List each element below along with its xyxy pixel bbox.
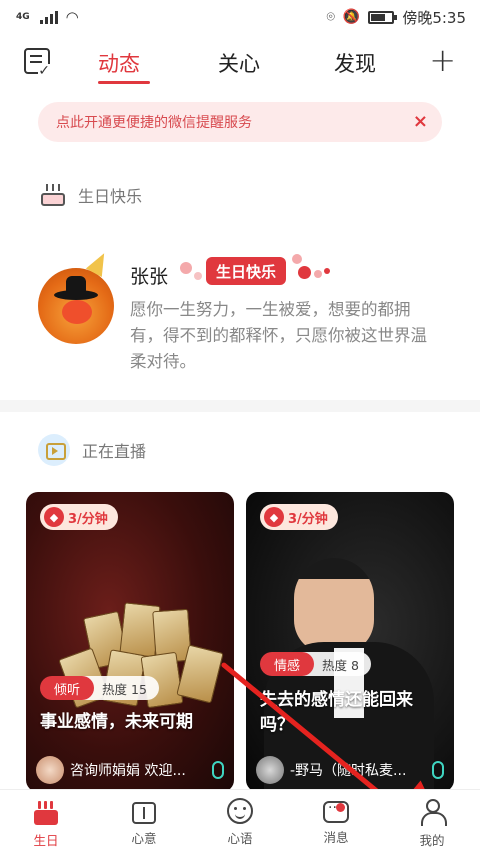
nav-xinyi[interactable]: 心意	[114, 798, 174, 847]
live-card[interactable]: ◆ 3/分钟 情感 热度 8 失去的感情还能回来吗？ -野马（随时私麦...	[246, 492, 454, 792]
gift-box-icon	[132, 802, 156, 824]
live-section-title: 正在直播	[82, 442, 147, 461]
user-icon	[418, 798, 447, 826]
category-tag: 情感	[260, 652, 315, 676]
birthday-cake-icon	[32, 798, 60, 826]
network-type: 4G	[16, 12, 30, 22]
live-title: 事业感情，未来可期	[40, 712, 193, 732]
live-tv-icon	[38, 434, 70, 466]
wechat-notice-banner[interactable]: 点此开通更便捷的微信提醒服务 ×	[38, 102, 442, 142]
location-icon: ⌾	[326, 9, 335, 25]
message-icon	[323, 800, 349, 823]
avatar[interactable]	[38, 268, 114, 344]
nav-label: 心意	[131, 831, 157, 846]
nav-label: 心语	[227, 831, 253, 846]
live-card[interactable]: ◆ 3/分钟 倾听 热度 15 事业感情，未来可期 咨询师娟娟 欢迎...	[26, 492, 234, 792]
status-right: ⌾ 🔕 傍晚5:35	[326, 7, 466, 28]
birthday-badge: 生日快乐	[206, 257, 287, 285]
category-tag: 倾听	[40, 676, 95, 700]
live-title: 失去的感情还能回来吗？	[260, 690, 413, 735]
status-bar: 4G ◠ ⌾ 🔕 傍晚5:35	[0, 0, 480, 34]
battery-icon	[368, 10, 398, 24]
section-divider	[0, 400, 480, 412]
mic-icon	[432, 761, 444, 779]
signal-icon	[39, 10, 58, 24]
mute-icon: 🔕	[342, 9, 361, 25]
add-icon[interactable]: +	[429, 44, 456, 76]
birthday-section-title: 生日快乐	[78, 187, 143, 206]
price-badge: ◆ 3/分钟	[260, 504, 338, 530]
gem-icon: ◆	[44, 507, 64, 527]
decor-dot	[292, 254, 302, 264]
host-avatar	[36, 756, 64, 784]
nav-label: 我的	[419, 833, 445, 848]
nav-xinyu[interactable]: 心语	[210, 798, 270, 847]
top-header: 动态 关心 发现 +	[0, 34, 480, 90]
card-tags: 情感 热度 8	[260, 652, 371, 676]
decor-dot	[194, 272, 202, 280]
tab-dynamic[interactable]: 动态	[98, 48, 140, 78]
host-row: 咨询师娟娟 欢迎...	[36, 756, 224, 784]
tab-discover[interactable]: 发现	[334, 48, 376, 78]
gem-icon: ◆	[264, 507, 284, 527]
wifi-icon: ◠	[65, 8, 79, 26]
cake-icon	[40, 184, 66, 206]
live-section-header: 正在直播	[38, 434, 146, 466]
active-tab-underline	[98, 81, 150, 84]
nav-messages[interactable]: 消息	[306, 798, 366, 846]
price-text: 3/分钟	[288, 511, 328, 527]
nav-label: 消息	[323, 830, 349, 845]
tab-care[interactable]: 关心	[218, 48, 260, 78]
notice-text: 点此开通更便捷的微信提醒服务	[56, 115, 252, 131]
host-photo	[294, 558, 374, 654]
mic-icon	[212, 761, 224, 779]
host-avatar	[256, 756, 284, 784]
price-badge: ◆ 3/分钟	[40, 504, 118, 530]
bottom-tab-bar: 生日 心意 心语 消息 我的	[0, 789, 480, 853]
nav-label: 生日	[33, 833, 59, 848]
nav-me[interactable]: 我的	[402, 798, 462, 849]
status-left: 4G ◠	[16, 8, 79, 26]
card-tags: 倾听 热度 15	[40, 676, 159, 700]
edit-note-icon[interactable]	[24, 48, 50, 78]
decor-dot	[324, 268, 330, 274]
birthday-wish-text: 愿你一生努力，一生被爱，想要的都拥有，得不到的都释怀，只愿你被这世界温柔对待。	[130, 300, 427, 371]
nav-birthday[interactable]: 生日	[16, 798, 76, 849]
unread-badge	[336, 803, 345, 812]
price-text: 3/分钟	[68, 511, 108, 527]
birthday-user-name[interactable]: 张张	[130, 262, 168, 289]
close-icon[interactable]: ×	[413, 111, 428, 132]
birthday-section-header: 生日快乐	[40, 183, 142, 207]
decor-dot	[180, 262, 192, 274]
host-name: 咨询师娟娟 欢迎...	[70, 763, 186, 779]
decor-dot	[298, 266, 311, 279]
status-time: 傍晚5:35	[402, 8, 466, 27]
screen: 4G ◠ ⌾ 🔕 傍晚5:35 动态 关心 发现 + 点此开通更便捷的微信提醒服…	[0, 0, 480, 853]
decor-dot	[314, 270, 322, 278]
smile-icon	[227, 798, 253, 824]
